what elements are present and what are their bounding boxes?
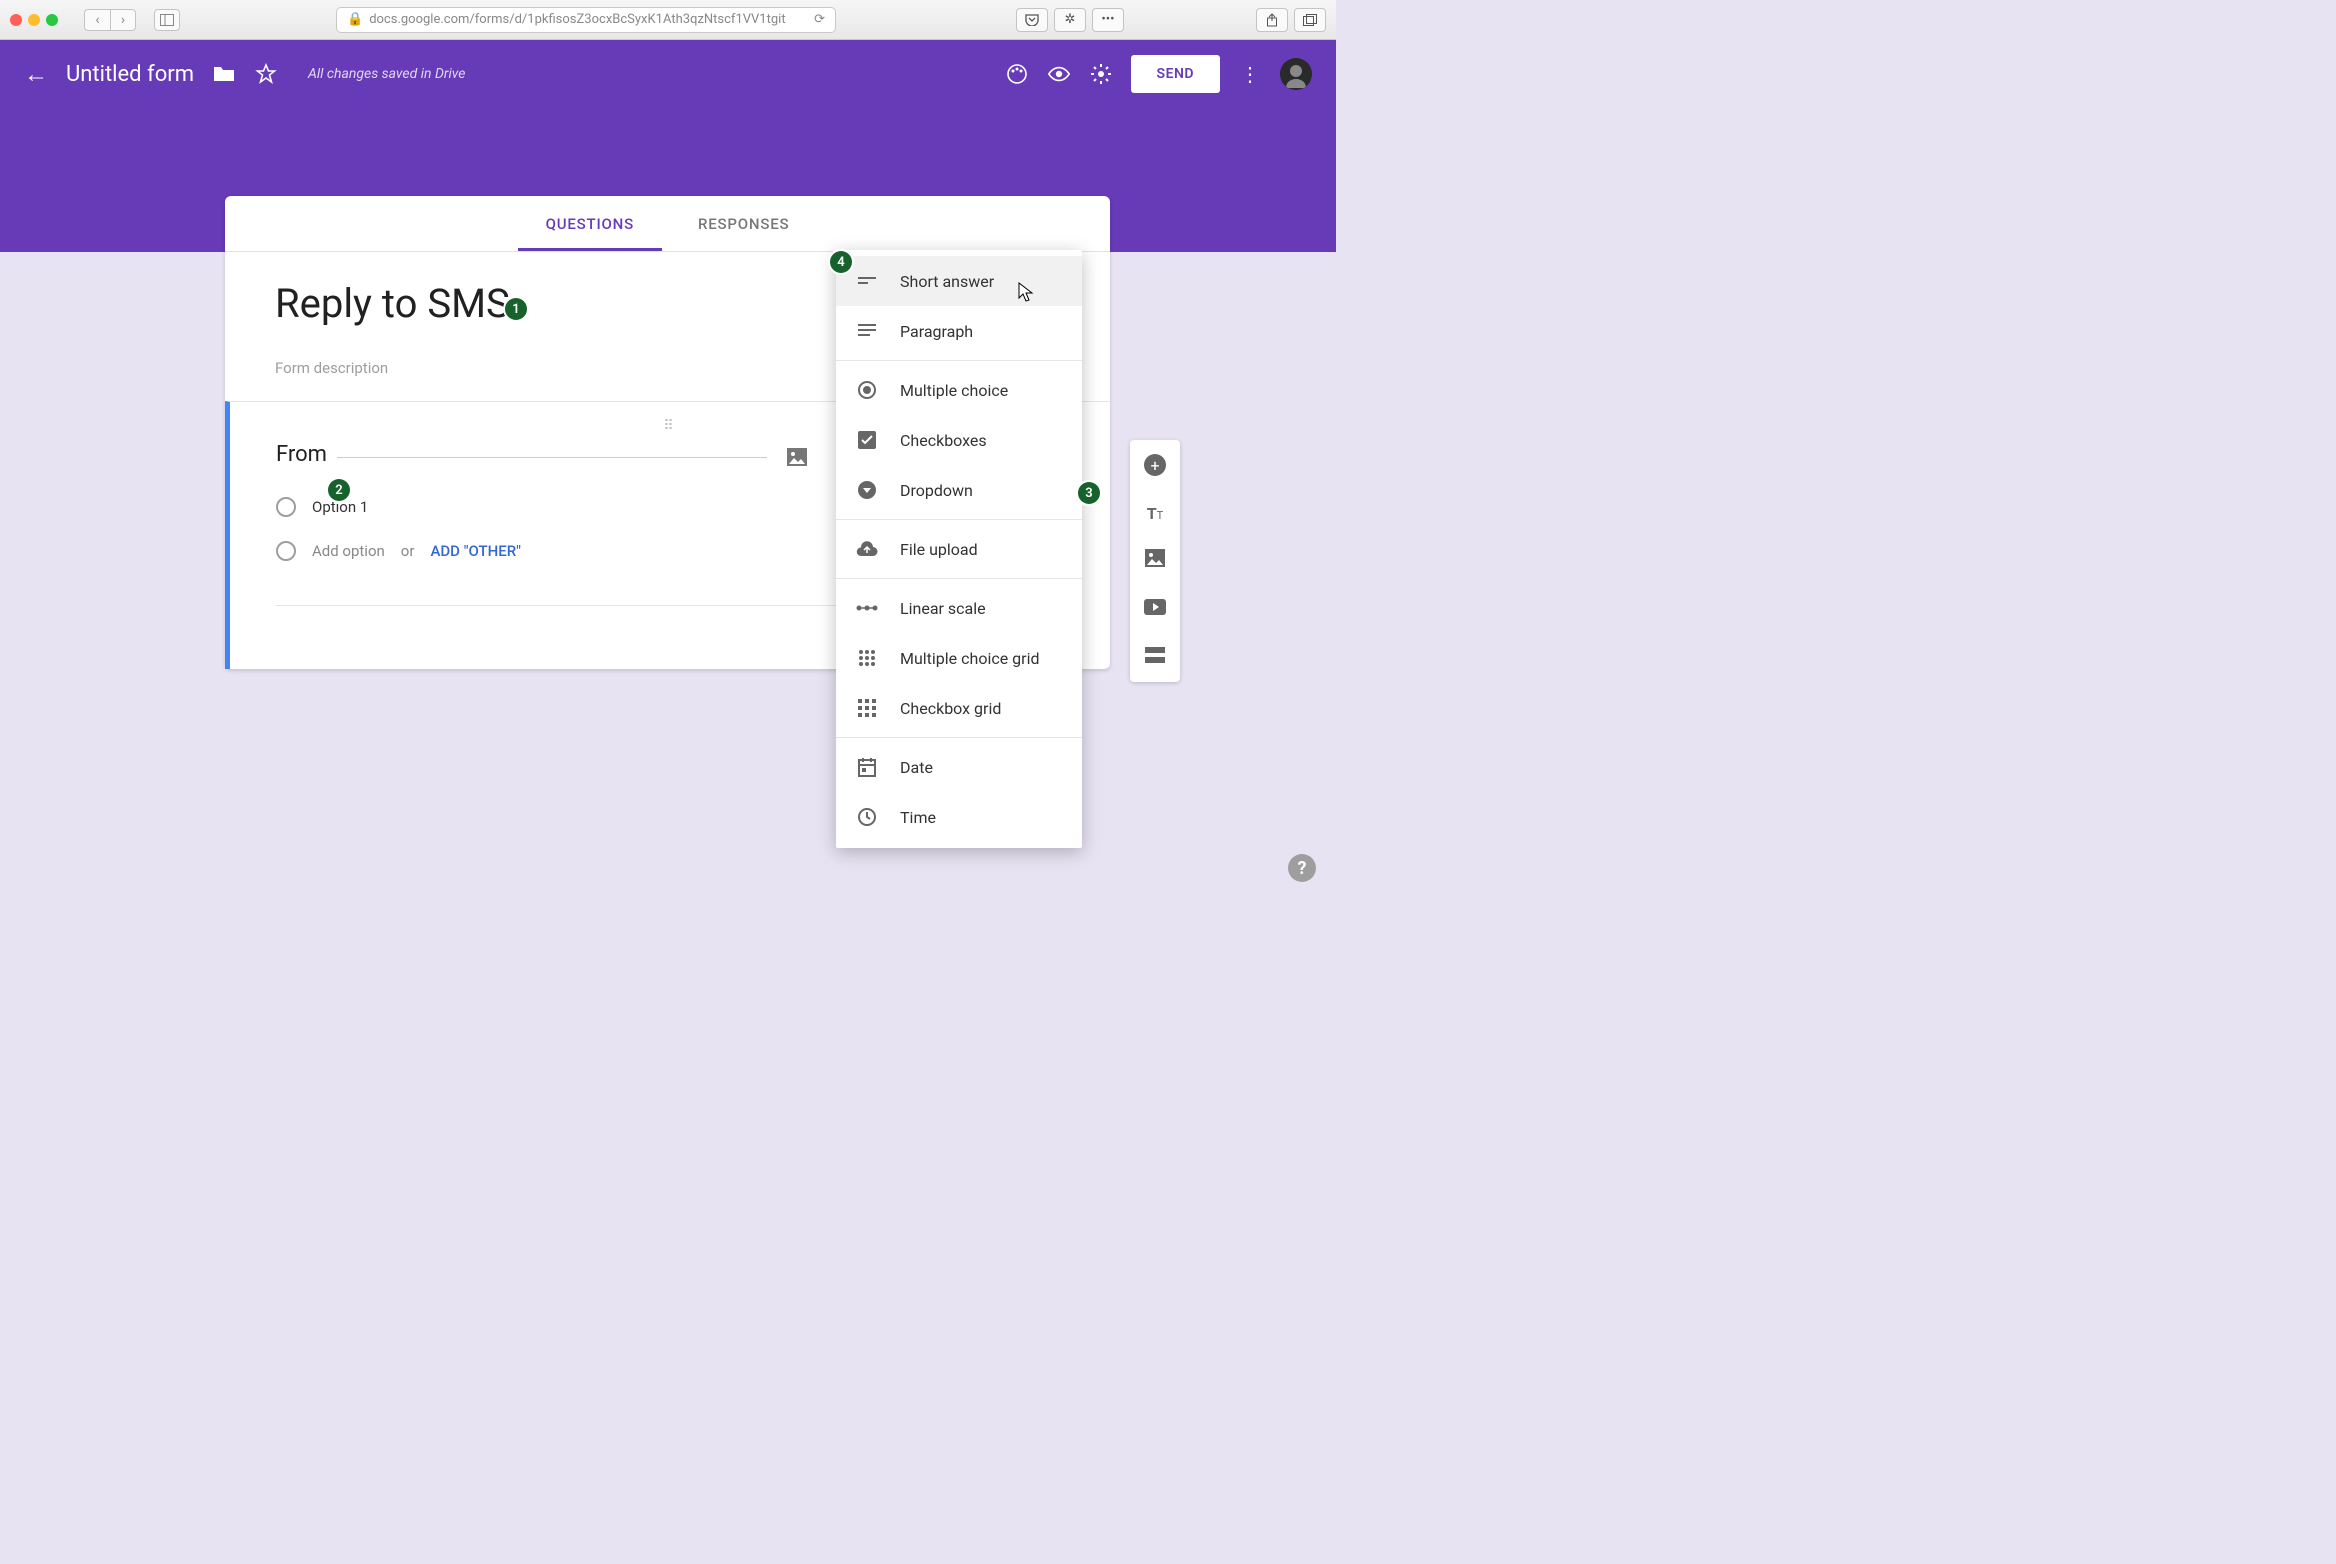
annotation-badge: 1 [505, 298, 527, 320]
send-button[interactable]: SEND [1131, 55, 1220, 93]
question-title-underline [337, 457, 767, 458]
evernote-extension-icon[interactable]: ✲ [1054, 8, 1086, 32]
back-arrow-icon[interactable]: ← [24, 60, 48, 89]
add-section-icon[interactable] [1145, 644, 1165, 668]
radio-icon [276, 541, 296, 561]
preview-icon[interactable] [1047, 62, 1071, 86]
annotation-badge: 3 [1078, 482, 1100, 504]
menu-divider [836, 578, 1082, 579]
menu-item-mc-grid[interactable]: Multiple choice grid [836, 633, 1082, 683]
menu-label: Short answer [900, 272, 994, 291]
menu-item-multiple-choice[interactable]: Multiple choice [836, 365, 1082, 415]
menu-item-paragraph[interactable]: Paragraph [836, 306, 1082, 356]
add-title-icon[interactable]: TT [1147, 500, 1164, 524]
menu-label: Multiple choice [900, 381, 1008, 400]
menu-divider [836, 519, 1082, 520]
window-close-icon[interactable] [10, 14, 22, 26]
floating-toolbar: + TT [1130, 440, 1180, 682]
nav-forward-button[interactable]: › [110, 9, 136, 31]
share-icon[interactable] [1256, 8, 1288, 32]
browser-chrome: ‹ › 🔒 docs.google.com/forms/d/1pkfisosZ3… [0, 0, 1336, 40]
menu-item-time[interactable]: Time [836, 792, 1082, 842]
reload-icon[interactable]: ⟳ [814, 12, 825, 27]
add-option-button[interactable]: Add option [312, 542, 385, 560]
cloud-upload-icon [856, 538, 878, 560]
square-grid-icon [856, 697, 878, 719]
menu-item-checkboxes[interactable]: Checkboxes [836, 415, 1082, 465]
paragraph-icon [856, 320, 878, 342]
checkbox-icon [856, 429, 878, 451]
dot-grid-icon [856, 647, 878, 669]
menu-label: File upload [900, 540, 978, 559]
short-answer-icon [856, 270, 878, 292]
account-avatar[interactable] [1280, 58, 1312, 90]
menu-label: Dropdown [900, 481, 973, 500]
menu-label: Checkboxes [900, 431, 987, 450]
menu-divider [836, 360, 1082, 361]
save-status: All changes saved in Drive [308, 66, 465, 82]
document-title[interactable]: Untitled form [66, 62, 194, 87]
menu-item-short-answer[interactable]: Short answer [836, 256, 1082, 306]
radio-icon [276, 497, 296, 517]
menu-label: Date [900, 758, 933, 777]
url-text: docs.google.com/forms/d/1pkfisosZ3ocxBcS… [369, 12, 785, 27]
add-image-icon[interactable] [1145, 548, 1165, 572]
menu-item-dropdown[interactable]: Dropdown [836, 465, 1082, 515]
tabs-overview-icon[interactable] [1294, 8, 1326, 32]
help-icon[interactable]: ? [1288, 854, 1316, 882]
menu-item-date[interactable]: Date [836, 742, 1082, 792]
linear-scale-icon [856, 597, 878, 619]
lock-icon: 🔒 [347, 12, 363, 27]
menu-label: Paragraph [900, 322, 973, 341]
menu-item-cb-grid[interactable]: Checkbox grid [836, 683, 1082, 733]
sidebar-toggle-button[interactable] [154, 9, 180, 31]
clock-icon [856, 806, 878, 828]
menu-item-file-upload[interactable]: File upload [836, 524, 1082, 574]
dropdown-icon [856, 479, 878, 501]
menu-label: Time [900, 808, 936, 827]
address-bar[interactable]: 🔒 docs.google.com/forms/d/1pkfisosZ3ocxB… [336, 7, 836, 33]
menu-label: Linear scale [900, 599, 986, 618]
add-video-icon[interactable] [1144, 596, 1166, 620]
annotation-badge: 4 [830, 251, 852, 273]
menu-item-linear-scale[interactable]: Linear scale [836, 583, 1082, 633]
add-image-icon[interactable] [785, 445, 811, 471]
tab-questions[interactable]: QUESTIONS [542, 197, 638, 251]
pocket-extension-icon[interactable] [1016, 8, 1048, 32]
annotation-badge: 2 [328, 479, 350, 501]
cursor-icon [1018, 282, 1034, 307]
question-title-input[interactable]: From [276, 442, 327, 473]
radio-icon [856, 379, 878, 401]
tab-responses[interactable]: RESPONSES [694, 197, 793, 251]
menu-divider [836, 737, 1082, 738]
editor-tabs: QUESTIONS RESPONSES [225, 196, 1110, 252]
palette-icon[interactable] [1005, 62, 1029, 86]
question-type-menu: Short answer Paragraph Multiple choice C… [836, 250, 1082, 848]
or-text: or [401, 542, 415, 560]
folder-icon[interactable] [212, 62, 236, 86]
form-title-input[interactable]: Reply to SMS [275, 280, 510, 327]
nav-back-button[interactable]: ‹ [84, 9, 110, 31]
window-zoom-icon[interactable] [46, 14, 58, 26]
more-extensions-icon[interactable]: ••• [1092, 8, 1124, 32]
settings-icon[interactable] [1089, 62, 1113, 86]
add-other-button[interactable]: ADD "OTHER" [430, 542, 521, 560]
more-menu-icon[interactable]: ⋮ [1238, 62, 1262, 86]
calendar-icon [856, 756, 878, 778]
star-icon[interactable] [254, 62, 278, 86]
window-minimize-icon[interactable] [28, 14, 40, 26]
add-question-icon[interactable]: + [1144, 454, 1166, 476]
menu-label: Multiple choice grid [900, 649, 1039, 668]
menu-label: Checkbox grid [900, 699, 1001, 718]
